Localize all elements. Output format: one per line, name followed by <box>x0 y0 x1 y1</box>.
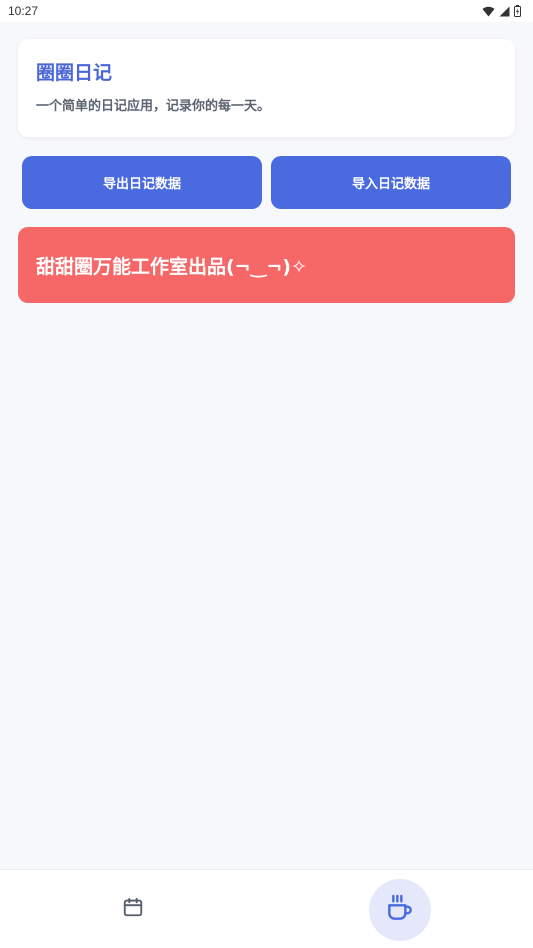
banner-text: 甜甜圈万能工作室出品(¬‿¬)✧ <box>36 255 307 278</box>
export-diary-button[interactable]: 导出日记数据 <box>22 156 262 209</box>
nav-item-calendar[interactable] <box>103 878 163 940</box>
app-screen: 10:27 圈圈日记 一个简单的日记应用，记录你的每一天。 导出日记数据 导入日… <box>0 0 533 948</box>
battery-icon <box>514 5 521 17</box>
calendar-icon <box>122 896 144 922</box>
status-time: 10:27 <box>8 4 39 18</box>
status-icons <box>482 5 521 17</box>
coffee-cup-icon <box>384 892 416 928</box>
bottom-nav <box>0 869 533 948</box>
header-card: 圈圈日记 一个简单的日记应用，记录你的每一天。 <box>18 39 515 137</box>
import-diary-button[interactable]: 导入日记数据 <box>271 156 511 209</box>
status-bar: 10:27 <box>0 0 533 22</box>
signal-icon <box>499 6 510 17</box>
app-subtitle: 一个简单的日记应用，记录你的每一天。 <box>36 99 271 114</box>
app-title: 圈圈日记 <box>36 62 113 84</box>
nav-item-coffee[interactable] <box>369 879 431 941</box>
wifi-icon <box>482 6 495 17</box>
studio-banner: 甜甜圈万能工作室出品(¬‿¬)✧ <box>18 227 515 303</box>
